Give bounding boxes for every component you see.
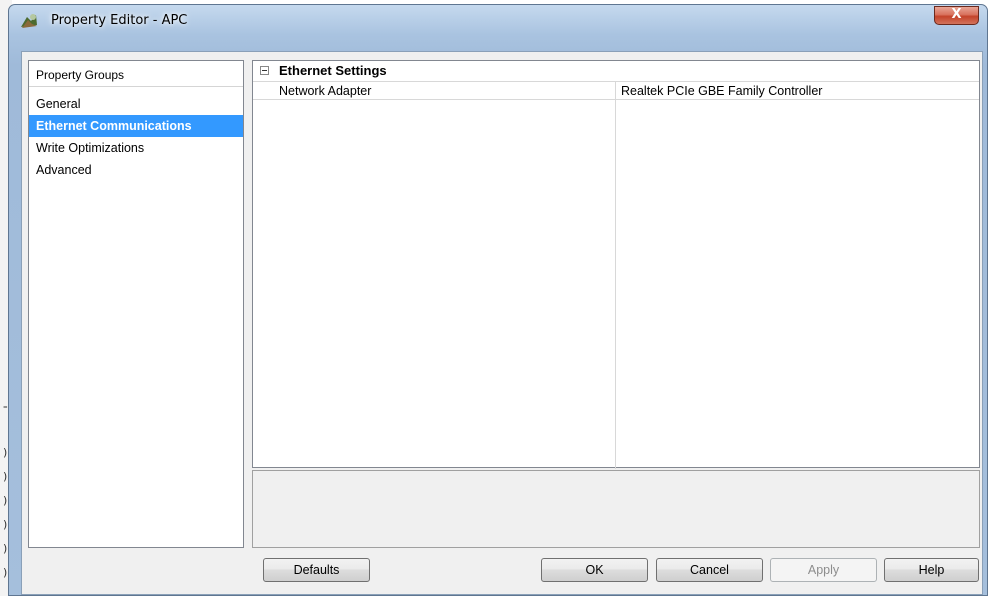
property-editor-window: Property Editor - APC X Property Groups … xyxy=(8,4,988,596)
group-item-ethernet-communications[interactable]: Ethernet Communications xyxy=(29,115,243,137)
apply-button[interactable]: Apply xyxy=(770,558,877,582)
property-groups-header: Property Groups xyxy=(29,61,243,87)
column-divider[interactable] xyxy=(615,81,616,469)
property-value[interactable]: Realtek PCIe GBE Family Controller xyxy=(621,84,822,98)
dialog-client-area: Property Groups General Ethernet Communi… xyxy=(21,51,983,595)
window-title: Property Editor - APC xyxy=(51,13,188,28)
group-item-general[interactable]: General xyxy=(29,93,243,115)
property-row-network-adapter[interactable]: Network Adapter Realtek PCIe GBE Family … xyxy=(253,81,979,100)
help-button[interactable]: Help xyxy=(884,558,979,582)
app-icon xyxy=(19,11,39,31)
group-item-write-optimizations[interactable]: Write Optimizations xyxy=(29,137,243,159)
collapse-minus-icon[interactable] xyxy=(260,66,269,75)
property-groups-list: General Ethernet Communications Write Op… xyxy=(29,93,243,181)
property-description-box xyxy=(252,470,980,548)
close-button[interactable]: X xyxy=(934,6,979,25)
property-groups-panel: Property Groups General Ethernet Communi… xyxy=(28,60,244,548)
ok-button[interactable]: OK xyxy=(541,558,648,582)
property-grid: Ethernet Settings Network Adapter Realte… xyxy=(252,60,980,469)
group-item-advanced[interactable]: Advanced xyxy=(29,159,243,181)
defaults-button[interactable]: Defaults xyxy=(263,558,370,582)
section-header-ethernet-settings: Ethernet Settings xyxy=(253,61,979,81)
property-name: Network Adapter xyxy=(279,84,372,98)
cancel-button[interactable]: Cancel xyxy=(656,558,763,582)
section-title: Ethernet Settings xyxy=(279,63,387,78)
close-icon: X xyxy=(951,7,962,22)
title-bar[interactable]: Property Editor - APC X xyxy=(9,5,987,37)
